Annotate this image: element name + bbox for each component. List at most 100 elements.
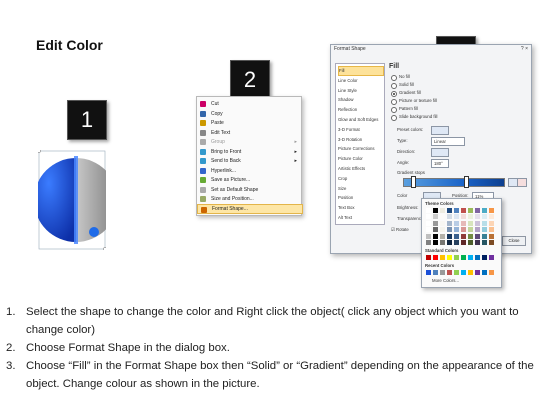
context-menu-item[interactable]: Edit Text [197,128,301,138]
color-swatch[interactable] [454,208,459,213]
context-menu-item[interactable]: Group ▸ [197,137,301,147]
nav-item[interactable]: Position [338,193,382,203]
more-colors-link[interactable]: More Colors... [432,278,459,283]
nav-item[interactable]: Text Box [338,203,382,213]
color-swatch[interactable] [461,240,466,245]
color-swatch[interactable] [468,214,473,220]
nav-item[interactable]: Shadow [338,95,382,105]
fill-option-radio[interactable]: Picture or texture fill [391,97,511,105]
direction-button[interactable] [431,148,449,157]
color-swatch[interactable] [440,220,445,226]
color-swatch[interactable] [426,270,431,275]
context-menu-item[interactable]: Hyperlink... [197,166,301,176]
color-swatch[interactable] [454,227,459,233]
color-swatch[interactable] [440,255,445,260]
color-swatch[interactable] [461,255,466,260]
color-swatch[interactable] [475,208,480,213]
fill-option-radio[interactable]: No fill [391,73,511,81]
selected-shape[interactable] [34,149,118,251]
color-swatch[interactable] [475,214,480,220]
color-swatch[interactable] [489,270,494,275]
preset-colors-button[interactable] [431,126,449,135]
color-swatch[interactable] [447,227,452,233]
color-swatch[interactable] [489,208,494,213]
color-swatch[interactable] [426,255,431,260]
context-menu-item[interactable]: Send to Back ▸ [197,156,301,166]
color-swatch[interactable] [426,220,431,226]
color-swatch[interactable] [440,270,445,275]
nav-item[interactable]: Glow and Soft Edges [338,115,382,125]
color-swatch[interactable] [426,233,431,239]
context-menu-item[interactable]: Size and Position... [197,194,301,204]
color-swatch[interactable] [454,233,459,239]
nav-item[interactable]: 3-D Format [338,125,382,135]
color-swatch[interactable] [475,240,480,245]
color-swatch[interactable] [426,208,431,213]
close-button[interactable]: Close [502,236,526,246]
color-swatch[interactable] [440,214,445,220]
color-swatch[interactable] [475,255,480,260]
color-swatch[interactable] [447,240,452,245]
color-swatch[interactable] [461,214,466,220]
color-swatch[interactable] [426,227,431,233]
gradient-stop-handle[interactable] [411,176,416,188]
color-swatch[interactable] [433,227,438,233]
color-swatch[interactable] [489,227,494,233]
color-swatch[interactable] [482,255,487,260]
context-menu-item[interactable]: Copy [197,109,301,119]
nav-item[interactable]: Crop [338,174,382,184]
color-swatch[interactable] [447,270,452,275]
context-menu-item[interactable]: Bring to Front ▸ [197,147,301,157]
color-swatch[interactable] [475,233,480,239]
color-swatch[interactable] [447,233,452,239]
color-swatch[interactable] [475,270,480,275]
color-swatch[interactable] [461,220,466,226]
color-swatch[interactable] [433,220,438,226]
color-swatch[interactable] [440,227,445,233]
fill-option-radio[interactable]: Solid fill [391,81,511,89]
gradient-stops-bar[interactable] [403,178,505,187]
color-swatch[interactable] [461,208,466,213]
color-swatch[interactable] [433,270,438,275]
color-swatch[interactable] [468,208,473,213]
color-swatch[interactable] [489,255,494,260]
color-swatch[interactable] [475,220,480,226]
color-swatch[interactable] [433,233,438,239]
color-swatch[interactable] [454,220,459,226]
color-swatch[interactable] [454,240,459,245]
nav-item[interactable]: Artistic Effects [338,164,382,174]
color-swatch[interactable] [440,208,445,213]
dialog-window-controls[interactable]: ? × [521,46,528,52]
nav-item[interactable]: 3-D Rotation [338,135,382,145]
gradient-stop-handle[interactable] [464,176,469,188]
color-swatch[interactable] [433,214,438,220]
nav-item[interactable]: Fill [338,66,384,76]
color-swatch[interactable] [461,227,466,233]
color-swatch[interactable] [468,227,473,233]
color-swatch[interactable] [489,220,494,226]
color-swatch[interactable] [447,220,452,226]
fill-option-radio[interactable]: Pattern fill [391,105,511,113]
context-menu-item[interactable]: Cut [197,99,301,109]
color-swatch[interactable] [426,214,431,220]
fill-option-radio[interactable]: Gradient fill [391,89,511,97]
color-swatch[interactable] [454,214,459,220]
color-swatch[interactable] [454,255,459,260]
color-swatch[interactable] [482,240,487,245]
color-swatch[interactable] [468,233,473,239]
color-swatch[interactable] [454,270,459,275]
color-swatch[interactable] [482,220,487,226]
nav-item[interactable]: Picture Corrections [338,144,382,154]
color-swatch[interactable] [489,240,494,245]
nav-item[interactable]: Alt Text [338,213,382,223]
color-swatch[interactable] [468,270,473,275]
color-swatch[interactable] [461,233,466,239]
color-swatch[interactable] [426,240,431,245]
remove-stop-button[interactable] [517,178,527,187]
rotate-checkbox-label[interactable]: ☑ Rotate [391,227,409,233]
color-swatch[interactable] [482,233,487,239]
context-menu-item[interactable]: Save as Picture... [197,175,301,185]
color-swatch[interactable] [440,240,445,245]
nav-item[interactable]: Line Style [338,86,382,96]
type-select[interactable]: Linear [431,137,465,146]
